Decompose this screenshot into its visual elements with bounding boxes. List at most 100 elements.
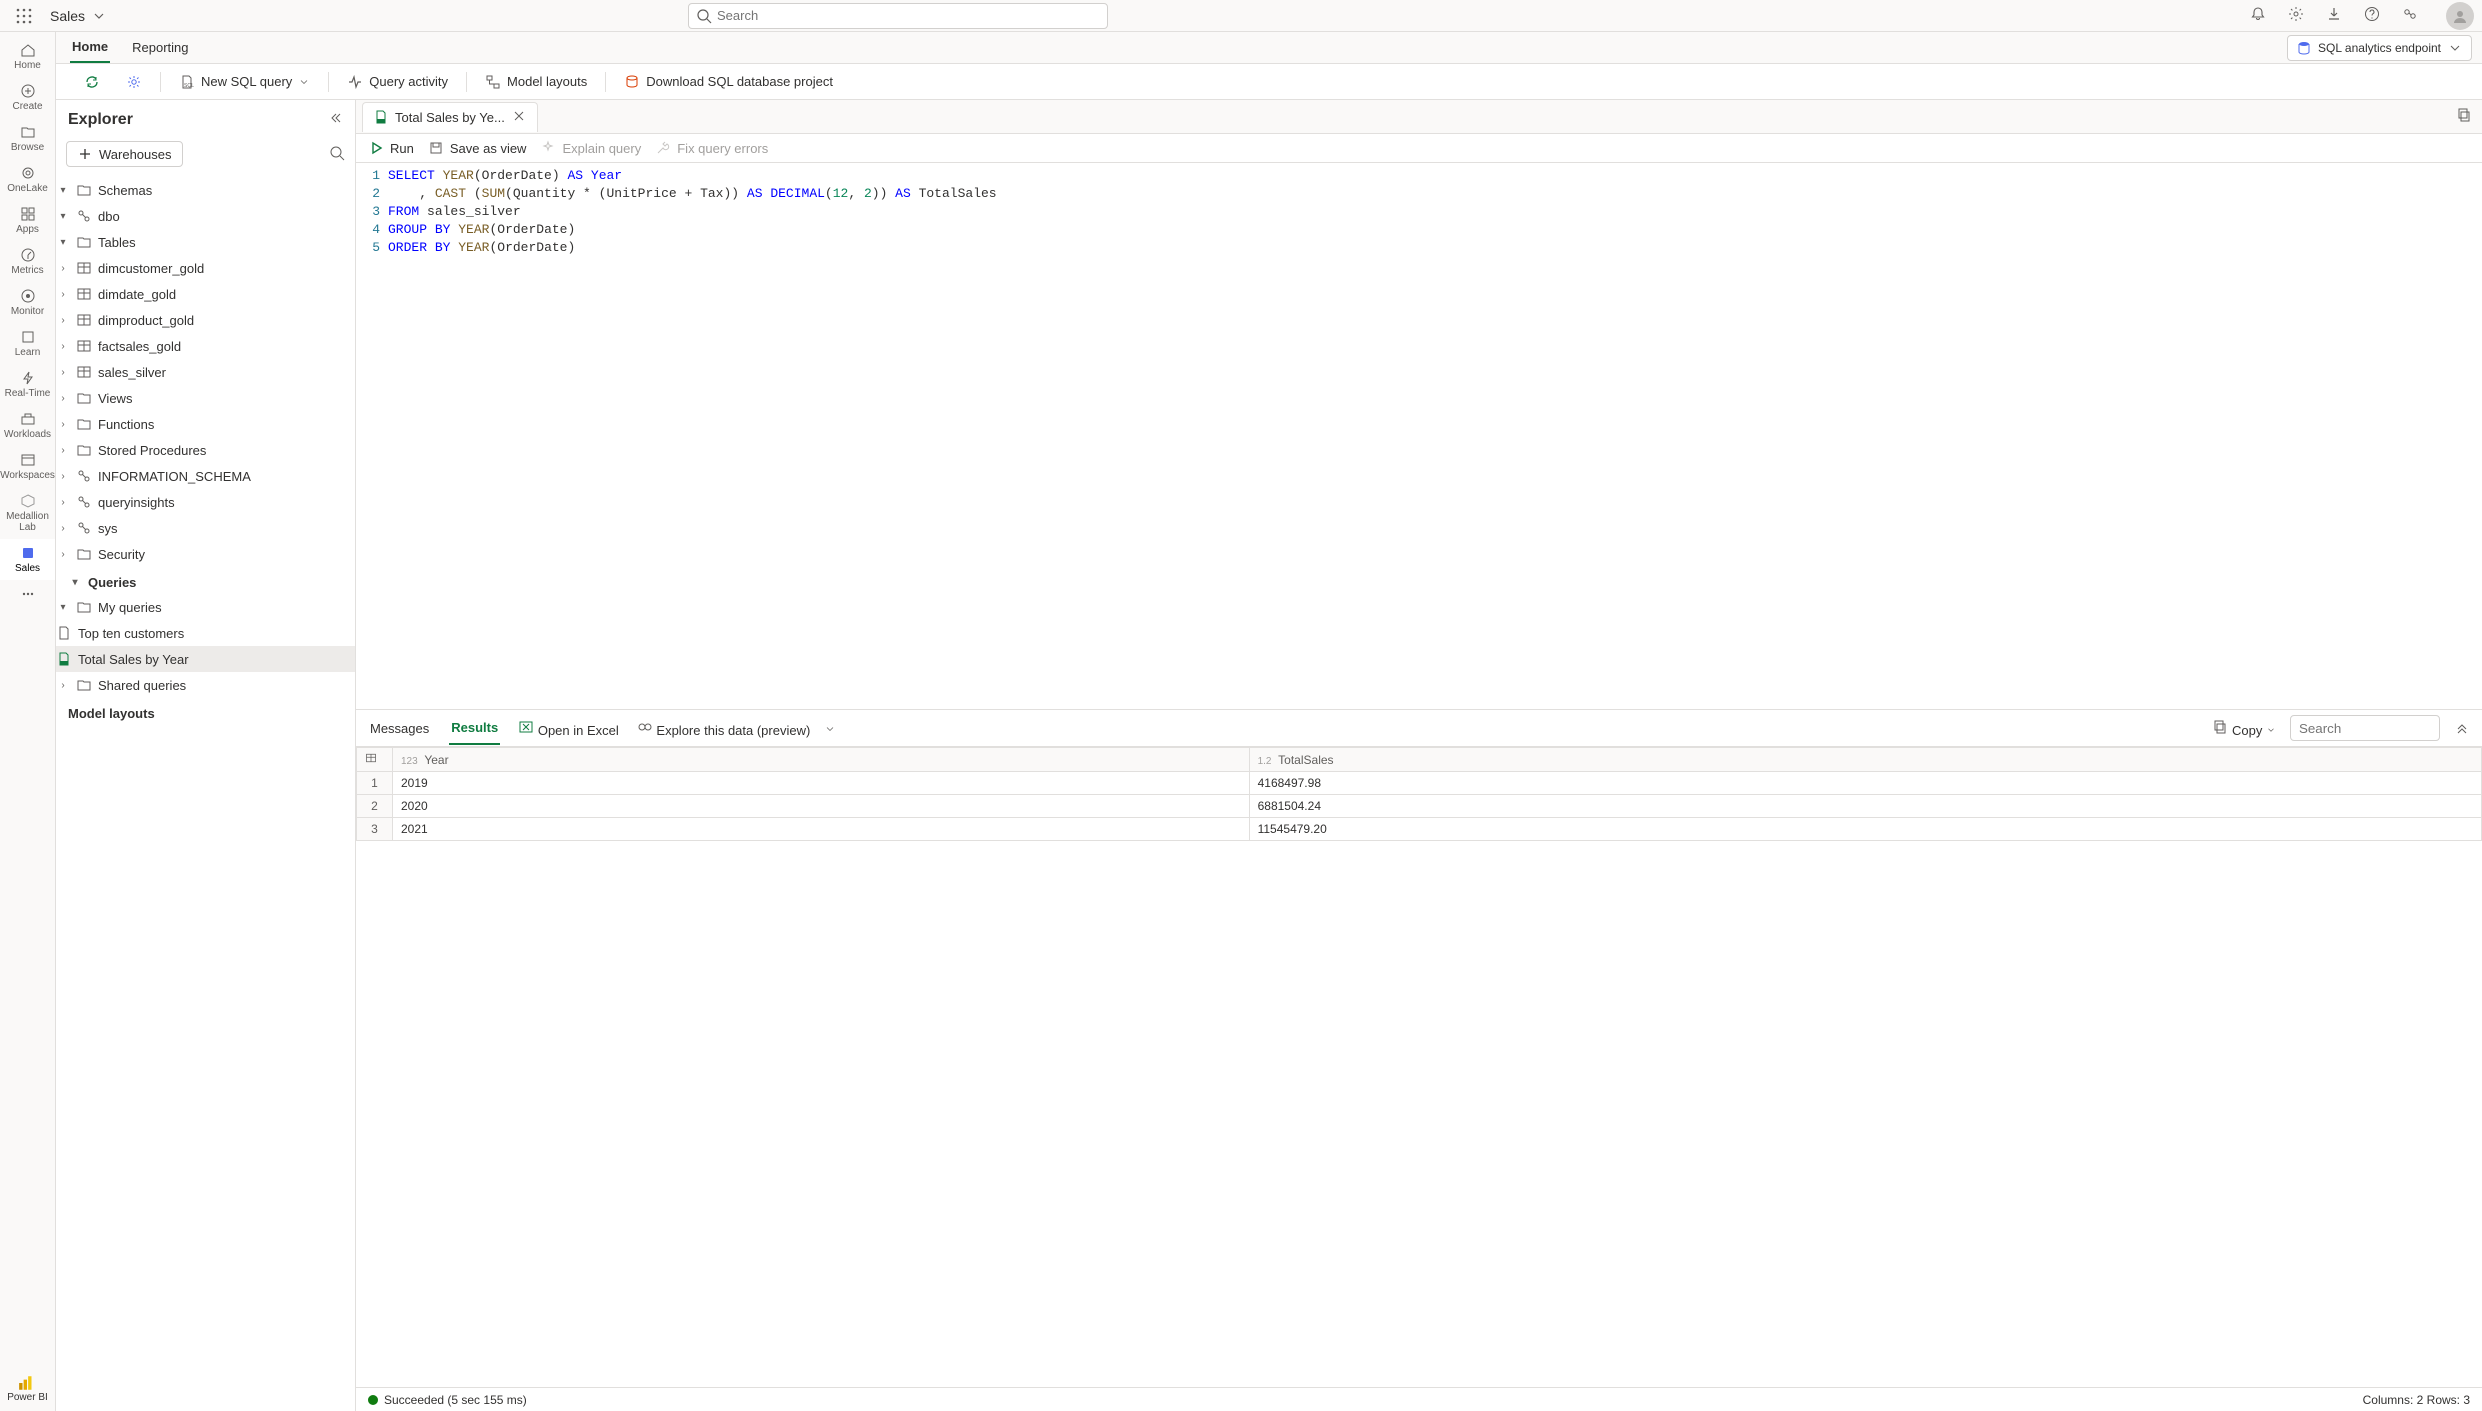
explore-icon [637, 719, 653, 735]
tree-queries-section[interactable]: ▾Queries [56, 567, 355, 594]
explore-data-button[interactable]: Explore this data (preview) [637, 719, 836, 738]
model-layouts-button[interactable]: Model layouts [477, 70, 595, 94]
copy-tab-button[interactable] [2456, 107, 2472, 126]
download-project-button[interactable]: Download SQL database project [616, 70, 841, 94]
nav-more[interactable] [0, 580, 55, 608]
column-header-year[interactable]: 123 Year [393, 748, 1250, 772]
feedback-icon[interactable] [2402, 6, 2418, 25]
tree-information-schema[interactable]: ›INFORMATION_SCHEMA [56, 463, 355, 489]
column-header-totalsales[interactable]: 1.2 TotalSales [1249, 748, 2481, 772]
tree-my-queries[interactable]: ▾My queries [56, 594, 355, 620]
messages-tab[interactable]: Messages [368, 713, 431, 744]
nav-workloads[interactable]: Workloads [0, 405, 55, 446]
run-button[interactable]: Run [368, 140, 414, 156]
grid-row[interactable]: 3202111545479.20 [357, 818, 2482, 841]
chevron-down-icon [824, 723, 836, 735]
success-icon [368, 1395, 378, 1405]
tree-table-item[interactable]: ›dimcustomer_gold [56, 255, 355, 281]
results-grid[interactable]: 123 Year 1.2 TotalSales 120194168497.98 … [356, 747, 2482, 841]
tree-table-item[interactable]: ›factsales_gold [56, 333, 355, 359]
tree-views[interactable]: ›Views [56, 385, 355, 411]
collapse-results-button[interactable] [2454, 719, 2470, 738]
help-icon[interactable] [2364, 6, 2380, 25]
tree-model-layouts-section[interactable]: Model layouts [56, 698, 355, 725]
workspace-dropdown[interactable]: Sales [40, 8, 117, 24]
nav-home[interactable]: Home [0, 36, 55, 77]
settings-button[interactable] [118, 70, 150, 94]
folder-icon [76, 599, 92, 615]
tree-queryinsights[interactable]: ›queryinsights [56, 489, 355, 515]
tree-stored-procedures[interactable]: ›Stored Procedures [56, 437, 355, 463]
play-icon [368, 140, 384, 156]
status-summary: Columns: 2 Rows: 3 [2363, 1393, 2470, 1407]
tree-table-item[interactable]: ›dimdate_gold [56, 281, 355, 307]
collapse-icon [327, 110, 343, 126]
user-avatar[interactable] [2446, 2, 2474, 30]
editor-tab-label: Total Sales by Ye... [395, 110, 505, 125]
nav-workspaces[interactable]: Workspaces [0, 446, 55, 487]
tree-query-item-selected[interactable]: Total Sales by Year [56, 646, 355, 672]
waffle-icon [16, 8, 32, 24]
nav-metrics[interactable]: Metrics [0, 241, 55, 282]
nav-monitor[interactable]: Monitor [0, 282, 55, 323]
sql-file-icon [56, 625, 72, 641]
refresh-button[interactable] [76, 70, 108, 94]
grid-corner[interactable] [357, 748, 393, 772]
nav-powerbi[interactable]: Power BI [7, 1374, 48, 1411]
close-icon [511, 108, 527, 124]
grid-row[interactable]: 120194168497.98 [357, 772, 2482, 795]
nav-medallion-lab[interactable]: Medallion Lab [0, 487, 55, 539]
sql-code: SELECT YEAR(OrderDate) AS Year , CAST (S… [388, 163, 997, 709]
nav-apps[interactable]: Apps [0, 200, 55, 241]
editor-tab[interactable]: Total Sales by Ye... [362, 102, 538, 132]
tree-functions[interactable]: ›Functions [56, 411, 355, 437]
tab-home[interactable]: Home [70, 32, 110, 63]
download-icon[interactable] [2326, 6, 2342, 25]
save-as-view-button[interactable]: Save as view [428, 140, 527, 156]
notifications-icon[interactable] [2250, 6, 2266, 25]
endpoint-dropdown[interactable]: SQL analytics endpoint [2287, 35, 2472, 61]
tree-shared-queries[interactable]: ›Shared queries [56, 672, 355, 698]
collapse-explorer-button[interactable] [327, 110, 343, 129]
copy-icon [2212, 719, 2228, 735]
nav-create[interactable]: Create [0, 77, 55, 118]
new-sql-query-button[interactable]: SQL New SQL query [171, 70, 318, 94]
sql-file-icon: SQL [179, 74, 195, 90]
tree-sys[interactable]: ›sys [56, 515, 355, 541]
folder-icon [76, 182, 92, 198]
tree-query-item[interactable]: Top ten customers [56, 620, 355, 646]
close-tab-button[interactable] [511, 108, 527, 127]
sql-editor[interactable]: 12345 SELECT YEAR(OrderDate) AS Year , C… [356, 163, 2482, 709]
search-icon [329, 145, 345, 161]
grid-row[interactable]: 220206881504.24 [357, 795, 2482, 818]
nav-browse[interactable]: Browse [0, 118, 55, 159]
tree-schemas[interactable]: ▾Schemas [56, 177, 355, 203]
tab-reporting[interactable]: Reporting [130, 32, 190, 63]
tree-table-item[interactable]: ›dimproduct_gold [56, 307, 355, 333]
add-warehouse-button[interactable]: Warehouses [66, 141, 183, 167]
query-activity-button[interactable]: Query activity [339, 70, 456, 94]
folder-icon [76, 416, 92, 432]
results-search-input[interactable] [2290, 715, 2440, 741]
results-tab[interactable]: Results [449, 712, 500, 745]
status-text: Succeeded (5 sec 155 ms) [368, 1393, 527, 1407]
chevron-down-icon [2447, 40, 2463, 56]
tree-dbo[interactable]: ▾dbo [56, 203, 355, 229]
refresh-icon [84, 74, 100, 90]
chevron-down-icon [298, 76, 310, 88]
tree-security[interactable]: ›Security [56, 541, 355, 567]
app-launcher[interactable] [8, 8, 40, 24]
copy-button[interactable]: Copy [2212, 719, 2276, 738]
nav-sales[interactable]: Sales [0, 539, 55, 580]
tree-tables[interactable]: ▾Tables [56, 229, 355, 255]
tree-table-item[interactable]: ›sales_silver [56, 359, 355, 385]
explorer-search-button[interactable] [329, 145, 345, 164]
nav-onelake[interactable]: OneLake [0, 159, 55, 200]
open-in-excel-button[interactable]: Open in Excel [518, 719, 619, 738]
nav-learn[interactable]: Learn [0, 323, 55, 364]
global-search-input[interactable] [688, 3, 1108, 29]
person-icon [2452, 8, 2468, 24]
nav-realtime[interactable]: Real-Time [0, 364, 55, 405]
settings-icon[interactable] [2288, 6, 2304, 25]
sql-file-icon [56, 651, 72, 667]
